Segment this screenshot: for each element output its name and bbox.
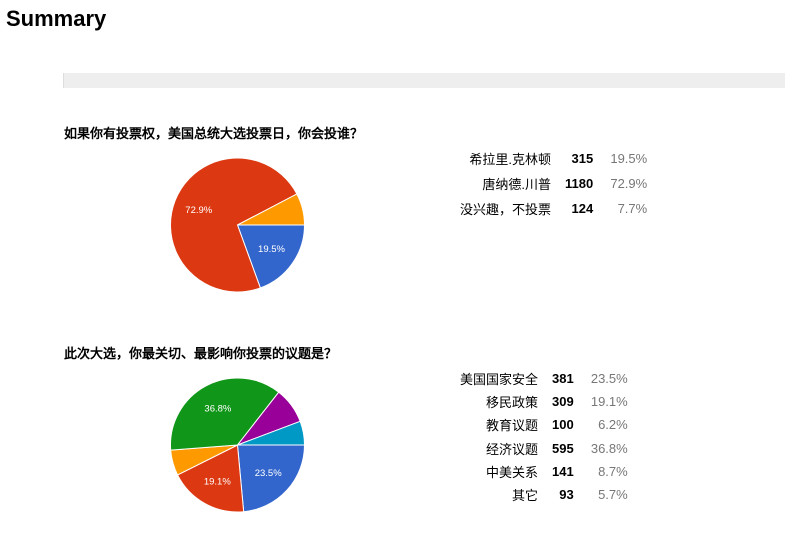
response-count: 1180 <box>565 176 594 191</box>
table-row: 中美关系 141 8.7% <box>460 460 628 483</box>
option-label: 教育议题 <box>486 418 539 434</box>
response-count: 381 <box>552 371 574 387</box>
slice-label: 19.1% <box>204 476 231 487</box>
question-title: 此次大选，你最关切、最影响你投票的议题是？ <box>64 346 338 361</box>
table-row: 没兴趣，不投票 124 7.7% <box>460 196 647 221</box>
response-count: 124 <box>571 201 594 216</box>
response-count: 100 <box>552 417 574 433</box>
pie-chart: 19.5% 72.9% <box>170 157 306 293</box>
slice-label: 36.8% <box>204 403 231 414</box>
option-label: 移民政策 <box>486 395 539 411</box>
response-count: 595 <box>552 440 574 456</box>
response-count: 309 <box>552 394 574 410</box>
response-percent: 7.7% <box>617 201 648 216</box>
table-row: 移民政策 309 19.1% <box>460 390 628 413</box>
response-percent: 5.7% <box>598 487 628 503</box>
option-label: 唐纳德.川普 <box>482 177 552 192</box>
table-row: 经济议题 595 36.8% <box>460 437 628 460</box>
table-row: 美国国家安全 381 23.5% <box>460 367 628 390</box>
slice-label: 19.5% <box>258 244 285 255</box>
response-percent: 8.7% <box>598 463 628 479</box>
response-table: 美国国家安全 381 23.5% 移民政策 309 19.1% 教育议题 100 6.2% 经济议… <box>460 367 628 506</box>
pie-chart: 23.5% 19.1% 36.8% <box>170 377 306 513</box>
response-percent: 36.8% <box>590 440 628 456</box>
response-percent: 19.1% <box>590 394 628 410</box>
table-row: 教育议题 100 6.2% <box>460 413 628 436</box>
slice-label: 23.5% <box>255 468 282 479</box>
option-label: 希拉里.克林顿 <box>469 152 552 167</box>
response-percent: 72.9% <box>610 176 648 191</box>
page-title: Summary <box>6 6 107 31</box>
response-count: 93 <box>559 487 574 503</box>
question-title: 如果你有投票权，美国总统大选投票日，你会投谁？ <box>64 126 364 141</box>
option-label: 经济议题 <box>486 441 539 457</box>
response-count: 141 <box>552 463 574 479</box>
table-row: 唐纳德.川普 1180 72.9% <box>460 171 647 196</box>
response-count: 315 <box>571 151 594 166</box>
table-row: 其它 93 5.7% <box>460 483 628 506</box>
section-header-bar <box>63 73 785 88</box>
option-label: 美国国家安全 <box>460 372 539 388</box>
response-table: 希拉里.克林顿 315 19.5% 唐纳德.川普 1180 72.9% 没兴趣，不投票 124… <box>460 146 647 221</box>
response-percent: 19.5% <box>610 151 648 166</box>
option-label: 没兴趣，不投票 <box>460 202 552 217</box>
slice-label: 72.9% <box>185 205 212 216</box>
option-label: 中美关系 <box>486 464 539 480</box>
response-percent: 23.5% <box>590 371 628 387</box>
option-label: 其它 <box>512 488 539 504</box>
response-percent: 6.2% <box>598 417 628 433</box>
table-row: 希拉里.克林顿 315 19.5% <box>460 146 647 171</box>
